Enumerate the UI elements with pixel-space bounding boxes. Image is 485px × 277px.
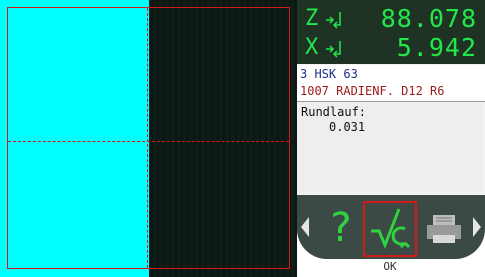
ok-button[interactable]: [363, 201, 417, 257]
z-axis-row: Z 88.078: [297, 4, 485, 34]
ok-label: OK: [383, 260, 397, 273]
z-axis-label: Z: [305, 6, 319, 31]
x-axis-label: X: [305, 35, 319, 60]
button-strip: ? OK: [297, 195, 485, 277]
tool-name-text: 1007 RADIENF. D12 R6: [300, 84, 445, 98]
axis-arrow-icon: [326, 41, 341, 58]
check-confirm-icon: [371, 208, 411, 249]
scroll-right-icon[interactable]: [473, 217, 481, 237]
tool-holder-text: 3 HSK 63: [300, 67, 358, 81]
result-label: Rundlauf:: [301, 105, 367, 119]
measurement-frame: [7, 7, 290, 269]
question-mark-icon: ?: [330, 205, 352, 251]
printer-icon[interactable]: [425, 213, 463, 245]
scroll-left-icon[interactable]: [301, 217, 309, 237]
axis-arrow-icon: [326, 12, 341, 29]
vertical-crosshair: [147, 8, 148, 268]
result-value: 0.031: [329, 120, 366, 134]
side-panel: Z 88.078 X 5.942 3 HSK 63 1007 RADIENF. …: [297, 0, 485, 277]
result-box: Rundlauf: 0.031: [299, 103, 483, 193]
help-button[interactable]: ?: [323, 203, 359, 253]
camera-view: [0, 0, 297, 277]
x-axis-row: X 5.942: [297, 33, 485, 63]
z-axis-value: 88.078: [380, 4, 477, 33]
tool-info: 3 HSK 63 1007 RADIENF. D12 R6: [297, 65, 485, 102]
x-axis-value: 5.942: [396, 33, 477, 62]
position-readout: Z 88.078 X 5.942: [297, 0, 485, 64]
horizontal-crosshair: [8, 141, 289, 142]
